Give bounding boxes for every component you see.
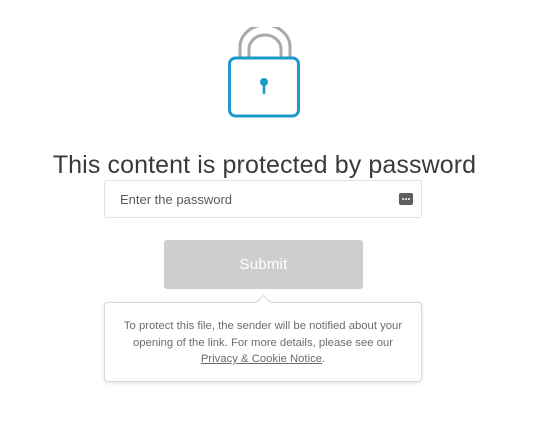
submit-button[interactable]: Submit	[164, 240, 363, 289]
privacy-notice-tooltip: To protect this file, the sender will be…	[104, 294, 422, 382]
password-input[interactable]	[105, 181, 421, 217]
notice-text: To protect this file, the sender will be…	[123, 320, 403, 349]
password-manager-icon[interactable]	[399, 193, 413, 205]
tooltip-arrow	[255, 294, 272, 311]
padlock-icon	[228, 23, 302, 124]
password-field[interactable]	[104, 180, 422, 218]
privacy-cookie-notice-link[interactable]: Privacy & Cookie Notice	[201, 353, 322, 365]
notice-text-end: .	[322, 353, 326, 365]
page-title: This content is protected by password	[52, 150, 477, 179]
